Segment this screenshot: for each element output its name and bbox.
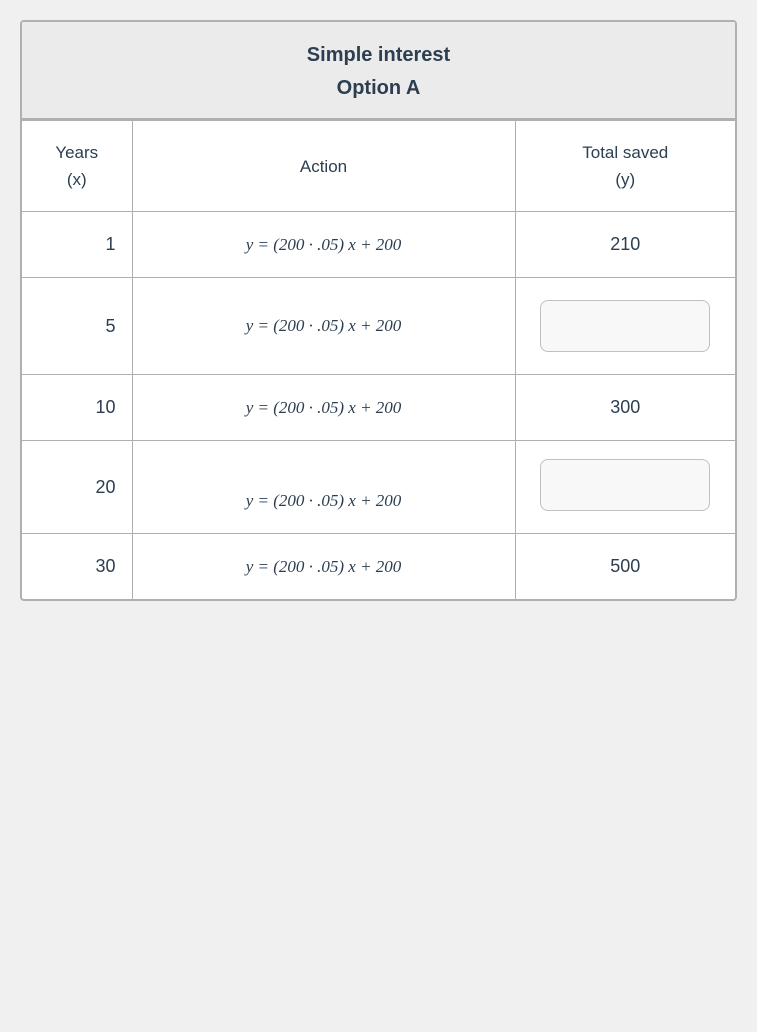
table-row: 1 y = (200 · .05) x + 200 210 xyxy=(22,212,735,278)
year-cell: 30 xyxy=(22,534,132,600)
table-row: 5 y = (200 · .05) x + 200 xyxy=(22,278,735,375)
table-row: 30 y = (200 · .05) x + 200 500 xyxy=(22,534,735,600)
years-column-header: Years (x) xyxy=(22,121,132,212)
table-row: 20 y = (200 · .05) x + 200 xyxy=(22,441,735,534)
total-cell-input[interactable] xyxy=(515,278,735,375)
header-title-line1: Simple interest xyxy=(32,44,725,67)
formula-text: y = (200 · .05) x + 200 xyxy=(246,557,402,576)
formula-text: y = (200 · .05) x + 200 xyxy=(246,398,402,417)
year-cell: 10 xyxy=(22,375,132,441)
total-cell-input[interactable] xyxy=(515,441,735,534)
formula-text: y = (200 · .05) x + 200 xyxy=(246,316,402,335)
action-cell: y = (200 · .05) x + 200 xyxy=(132,534,515,600)
total-input[interactable] xyxy=(540,300,710,352)
total-column-header: Total saved (y) xyxy=(515,121,735,212)
year-cell: 20 xyxy=(22,441,132,534)
action-cell: y = (200 · .05) x + 200 xyxy=(132,441,515,534)
total-cell: 210 xyxy=(515,212,735,278)
formula-text: y = (200 · .05) x + 200 xyxy=(246,235,402,254)
total-cell: 300 xyxy=(515,375,735,441)
action-cell: y = (200 · .05) x + 200 xyxy=(132,375,515,441)
total-cell: 500 xyxy=(515,534,735,600)
header-title-line2: Option A xyxy=(32,77,725,100)
main-table-container: Simple interest Option A Years (x) Actio… xyxy=(20,20,737,601)
year-cell: 5 xyxy=(22,278,132,375)
action-column-header: Action xyxy=(132,121,515,212)
action-cell: y = (200 · .05) x + 200 xyxy=(132,212,515,278)
table-header: Simple interest Option A xyxy=(22,22,735,120)
year-cell: 1 xyxy=(22,212,132,278)
total-input[interactable] xyxy=(540,459,710,511)
table-row: 10 y = (200 · .05) x + 200 300 xyxy=(22,375,735,441)
action-cell: y = (200 · .05) x + 200 xyxy=(132,278,515,375)
column-headers: Years (x) Action Total saved (y) xyxy=(22,121,735,212)
formula-text: y = (200 · .05) x + 200 xyxy=(246,491,402,510)
